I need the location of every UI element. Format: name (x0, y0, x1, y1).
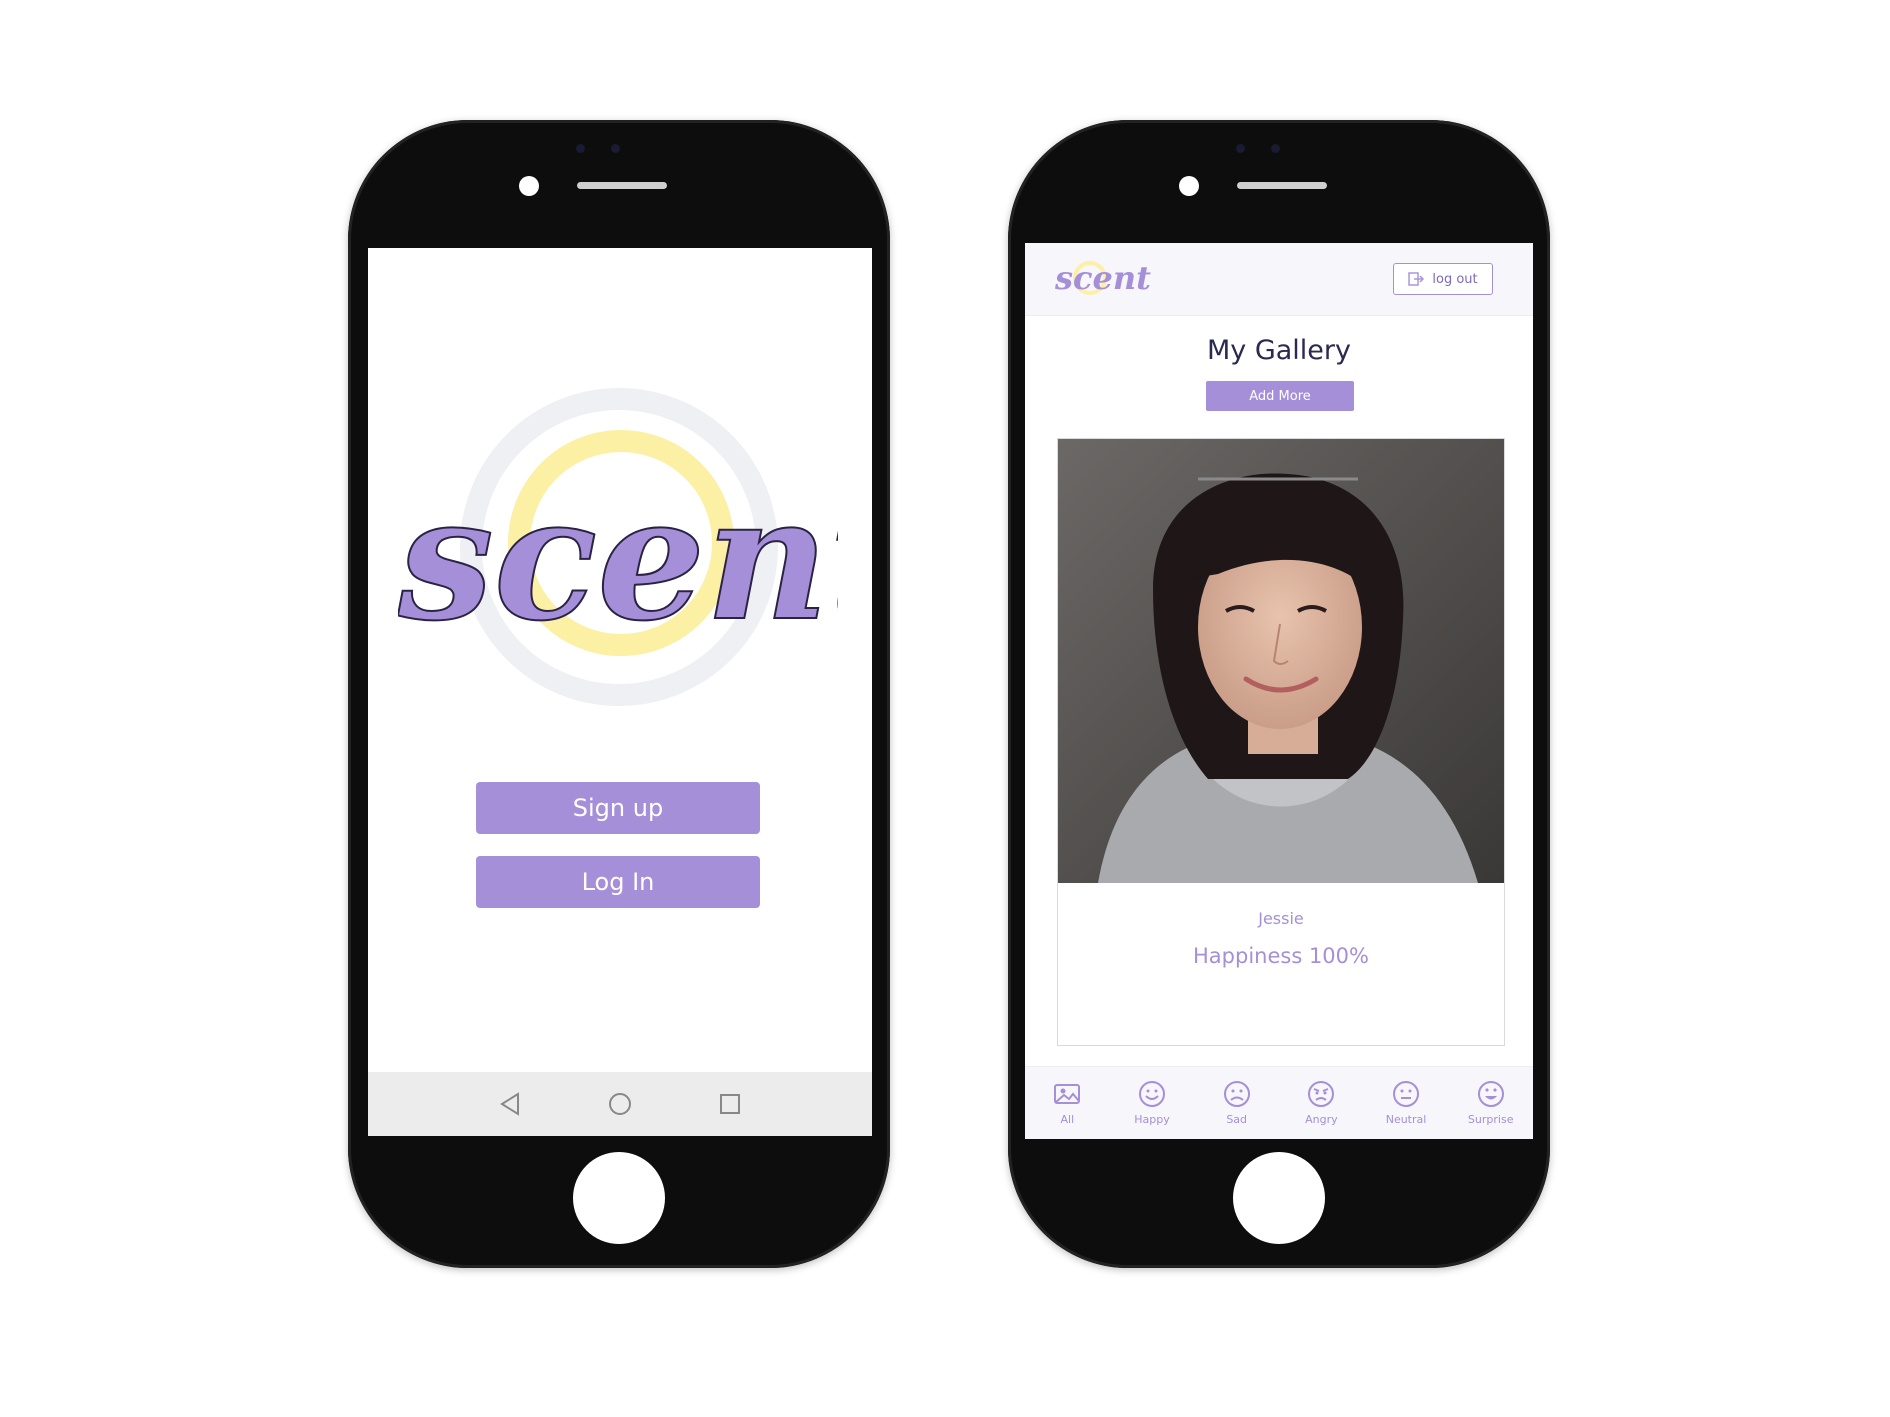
phone-frame-left: scent Sign up Log In (348, 120, 890, 1268)
earpiece-speaker (577, 182, 667, 189)
proximity-sensor (1236, 144, 1245, 153)
log-out-button[interactable]: log out (1393, 263, 1493, 295)
happy-face-icon (1139, 1081, 1165, 1107)
logo-wordmark-text: scent (398, 459, 838, 659)
tab-surprise[interactable]: Surprise (1448, 1067, 1533, 1139)
scent-logo: scent (368, 248, 872, 748)
logout-icon (1408, 272, 1425, 286)
tab-label-surprise: Surprise (1467, 1113, 1514, 1126)
emotion-tab-bar: All Happy Sad Angry Neutral Surprise (1025, 1066, 1533, 1139)
tab-angry[interactable]: Angry (1279, 1067, 1364, 1139)
gallery-card[interactable]: Jessie Happiness 100% (1057, 438, 1505, 1046)
header-logo[interactable]: scent (1053, 255, 1151, 305)
log-in-button[interactable]: Log In (476, 856, 760, 908)
proximity-sensor (1271, 144, 1280, 153)
person-name: Jessie (1258, 909, 1304, 928)
home-circle-icon[interactable] (605, 1089, 635, 1119)
sign-up-button[interactable]: Sign up (476, 782, 760, 834)
tab-label-sad: Sad (1226, 1113, 1248, 1126)
log-out-label: log out (1432, 271, 1478, 287)
logo-wordmark: scent (398, 458, 838, 660)
angry-face-icon (1308, 1081, 1335, 1107)
android-nav-bar (368, 1072, 872, 1136)
proximity-sensor (576, 144, 585, 153)
tab-label-neutral: Neutral (1385, 1113, 1427, 1126)
sad-face-icon (1223, 1081, 1250, 1107)
tab-label-all: All (1060, 1113, 1075, 1126)
surprise-face-icon (1477, 1081, 1504, 1107)
tab-label-happy: Happy (1134, 1113, 1170, 1126)
back-icon[interactable] (495, 1089, 525, 1119)
tab-happy[interactable]: Happy (1110, 1067, 1195, 1139)
home-button[interactable] (573, 1152, 665, 1244)
proximity-sensor (611, 144, 620, 153)
add-more-button[interactable]: Add More (1206, 381, 1354, 411)
person-photo[interactable] (1058, 439, 1504, 883)
gallery-icon (1054, 1084, 1081, 1104)
top-header: scent log out (1025, 243, 1533, 316)
gallery-screen: scent log out My Gallery Add More Jessie… (1025, 243, 1533, 1139)
tab-sad[interactable]: Sad (1194, 1067, 1279, 1139)
welcome-screen: scent Sign up Log In (368, 248, 872, 1136)
recents-square-icon[interactable] (715, 1089, 745, 1119)
front-camera-icon (1179, 176, 1199, 196)
home-button[interactable] (1233, 1152, 1325, 1244)
tab-label-angry: Angry (1305, 1113, 1338, 1126)
tab-all[interactable]: All (1025, 1067, 1110, 1139)
page-title: My Gallery (1206, 335, 1352, 366)
tab-neutral[interactable]: Neutral (1364, 1067, 1449, 1139)
emotion-score: Happiness 100% (1193, 944, 1369, 968)
front-camera-icon (519, 176, 539, 196)
phone-frame-right: scent log out My Gallery Add More Jessie… (1008, 120, 1550, 1268)
header-logo-text: scent (1055, 259, 1151, 297)
earpiece-speaker (1237, 182, 1327, 189)
neutral-face-icon (1393, 1081, 1420, 1107)
